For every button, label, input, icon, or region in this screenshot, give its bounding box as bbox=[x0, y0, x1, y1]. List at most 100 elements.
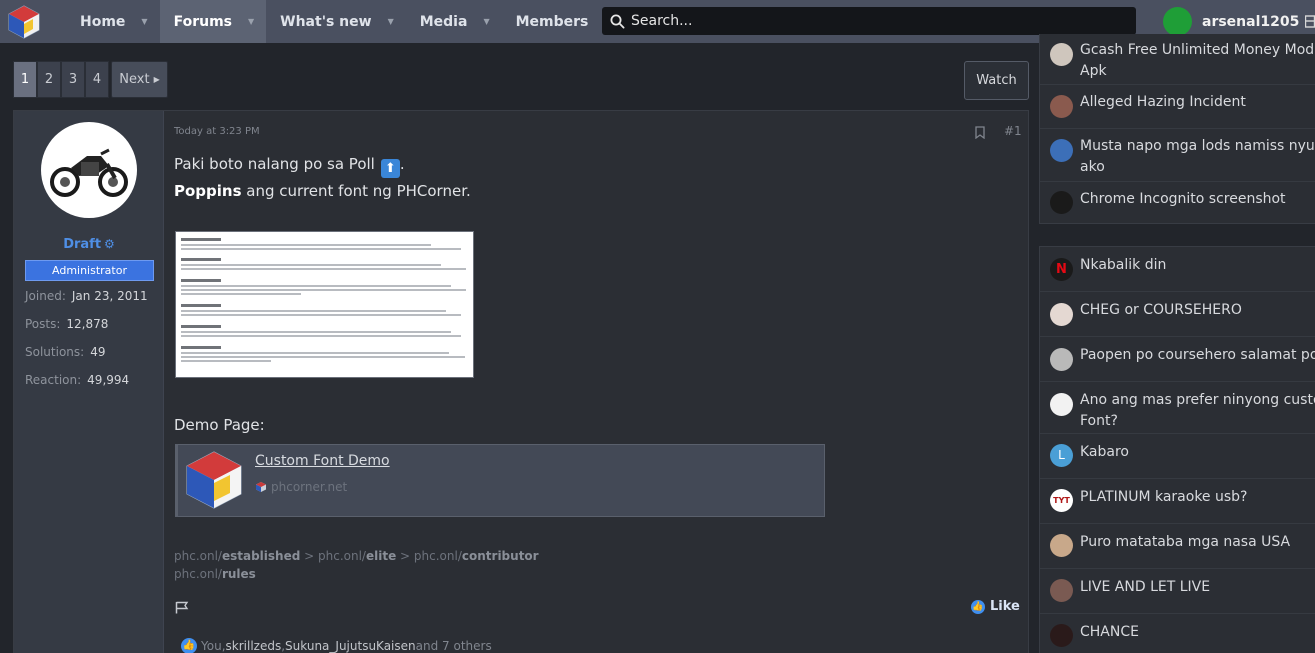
sig-text: > phc.onl/ bbox=[396, 549, 462, 563]
post-author-column: Draft ⚙ Administrator Joined: Jan 23, 2011… bbox=[14, 111, 164, 653]
sidebar-thread-item[interactable]: Musta napo mga lods namiss nyu ba ako bbox=[1040, 129, 1315, 182]
next-page-label: Next bbox=[119, 72, 150, 87]
nav-tab-label: What's new bbox=[280, 13, 372, 30]
sidebar-thread-item[interactable]: CHEG or COURSEHERO bbox=[1040, 292, 1315, 337]
sidebar-thread-title[interactable]: LIVE AND LET LIVE bbox=[1080, 577, 1210, 598]
author-name[interactable]: Draft bbox=[63, 237, 101, 252]
sidebar-thread-title[interactable]: Musta napo mga lods namiss nyu ba ako bbox=[1080, 136, 1315, 178]
avatar: TYT bbox=[1050, 489, 1073, 512]
sidebar-thread-item[interactable]: TYT PLATINUM karaoke usb? bbox=[1040, 479, 1315, 524]
sidebar-thread-title[interactable]: CHANCE bbox=[1080, 622, 1139, 643]
sidebar-thread-item[interactable]: Alleged Hazing Incident bbox=[1040, 85, 1315, 129]
link-preview-card[interactable]: Custom Font Demo phcorner.net bbox=[175, 444, 825, 517]
phcorner-logo-icon bbox=[186, 451, 242, 509]
sidebar-thread-title[interactable]: Kabaro bbox=[1080, 442, 1129, 463]
link-preview-title[interactable]: Custom Font Demo bbox=[255, 453, 390, 469]
nav-tab-whats-new[interactable]: What's new ▼ bbox=[266, 0, 406, 43]
sig-bold: contributor bbox=[461, 549, 539, 563]
font-sample-image[interactable] bbox=[175, 231, 474, 378]
sidebar-thread-title[interactable]: Puro matataba mga nasa USA bbox=[1080, 532, 1290, 553]
phcorner-logo-icon bbox=[8, 4, 40, 39]
sidebar-thread-item[interactable]: Puro matataba mga nasa USA bbox=[1040, 524, 1315, 569]
stat-value: Jan 23, 2011 bbox=[71, 289, 148, 303]
chevron-down-icon[interactable]: ▼ bbox=[248, 17, 254, 26]
post-text: ang current font ng PHCorner. bbox=[241, 182, 471, 200]
stat-posts: Posts: 12,878 bbox=[25, 317, 108, 331]
chevron-right-icon: ▶ bbox=[153, 75, 160, 84]
post-text-line-1: Paki boto nalang po sa Poll ⬆. bbox=[174, 155, 405, 178]
author-avatar[interactable] bbox=[41, 122, 137, 218]
search-box[interactable] bbox=[602, 7, 1136, 35]
nav-tab-label: Forums bbox=[173, 13, 232, 30]
watch-button[interactable]: Watch bbox=[964, 61, 1029, 100]
nav-tab-home[interactable]: Home ▼ bbox=[48, 0, 160, 43]
inbox-icon[interactable] bbox=[1304, 14, 1315, 33]
avatar bbox=[1050, 579, 1073, 602]
sidebar-thread-item[interactable]: Chrome Incognito screenshot bbox=[1040, 182, 1315, 224]
nav-tab-label: Home bbox=[80, 13, 126, 30]
page-link-4[interactable]: 4 bbox=[85, 61, 109, 98]
avatar bbox=[1050, 139, 1073, 162]
avatar: L bbox=[1050, 444, 1073, 467]
stat-value: 49,994 bbox=[87, 373, 130, 387]
report-flag-icon[interactable] bbox=[175, 599, 189, 618]
sidebar-thread-title[interactable]: Alleged Hazing Incident bbox=[1080, 92, 1246, 113]
sidebar-thread-item[interactable]: Ano ang mas prefer ninyong custom Font? bbox=[1040, 382, 1315, 434]
sidebar-thread-item[interactable]: CHANCE bbox=[1040, 614, 1315, 653]
reaction-others[interactable]: and 7 others bbox=[416, 639, 492, 653]
bookmark-icon[interactable] bbox=[975, 124, 985, 143]
signature-line-2[interactable]: phc.onl/rules bbox=[174, 567, 256, 581]
stat-reaction: Reaction: 49,994 bbox=[25, 373, 129, 387]
post-timestamp[interactable]: Today at 3:23 PM bbox=[174, 126, 260, 137]
sidebar-thread-title[interactable]: Gcash Free Unlimited Money Mod Apk bbox=[1080, 40, 1314, 82]
sidebar-thread-item[interactable]: Paopen po coursehero salamat po bbox=[1040, 337, 1315, 382]
site-logo[interactable] bbox=[0, 0, 48, 43]
avatar bbox=[1050, 624, 1073, 647]
sidebar-thread-item[interactable]: Gcash Free Unlimited Money Mod Apk bbox=[1040, 34, 1315, 85]
sig-text: phc.onl/ bbox=[174, 567, 222, 581]
stat-value: 49 bbox=[90, 345, 106, 359]
sidebar-thread-title[interactable]: Paopen po coursehero salamat po bbox=[1080, 345, 1315, 366]
post-number[interactable]: #1 bbox=[1004, 124, 1022, 138]
sidebar-thread-item[interactable]: N Nkabalik din bbox=[1040, 247, 1315, 292]
next-page-button[interactable]: Next ▶ bbox=[111, 61, 168, 98]
bold-font-name: Poppins bbox=[174, 182, 242, 200]
sidebar-thread-title[interactable]: CHEG or COURSEHERO bbox=[1080, 300, 1242, 321]
page-link-3[interactable]: 3 bbox=[61, 61, 85, 98]
avatar bbox=[1050, 303, 1073, 326]
reactions-bar[interactable]: 👍 You, skrillzeds, Sukuna_JujutsuKaisen … bbox=[181, 638, 492, 653]
stat-value: 12,878 bbox=[66, 317, 109, 331]
stat-joined: Joined: Jan 23, 2011 bbox=[25, 289, 148, 303]
signature-line-1[interactable]: phc.onl/established > phc.onl/elite > ph… bbox=[174, 549, 539, 563]
chevron-down-icon[interactable]: ▼ bbox=[141, 17, 147, 26]
link-preview-domain-text: phcorner.net bbox=[271, 480, 348, 494]
reaction-you: You bbox=[201, 639, 222, 653]
sidebar-thread-title[interactable]: Chrome Incognito screenshot bbox=[1080, 189, 1286, 210]
search-input[interactable] bbox=[631, 13, 1111, 29]
nav-tab-media[interactable]: Media ▼ bbox=[406, 0, 502, 43]
nav-tab-forums[interactable]: Forums ▼ bbox=[159, 0, 267, 43]
username[interactable]: arsenal1205 bbox=[1202, 14, 1299, 30]
pagination: 1 2 3 4 Next ▶ bbox=[13, 61, 168, 98]
user-menu[interactable]: arsenal1205 bbox=[1163, 7, 1299, 36]
sidebar-thread-item[interactable]: L Kabaro bbox=[1040, 434, 1315, 479]
avatar[interactable] bbox=[1163, 7, 1192, 36]
sidebar-thread-title[interactable]: Ano ang mas prefer ninyong custom Font? bbox=[1080, 390, 1315, 432]
chevron-down-icon[interactable]: ▼ bbox=[388, 17, 394, 26]
search-icon bbox=[610, 14, 625, 29]
thumbs-up-icon: 👍 bbox=[181, 638, 197, 653]
reaction-user[interactable]: skrillzeds bbox=[226, 639, 282, 653]
chevron-down-icon[interactable]: ▼ bbox=[483, 17, 489, 26]
avatar bbox=[1050, 534, 1073, 557]
page-link-2[interactable]: 2 bbox=[37, 61, 61, 98]
sidebar-thread-title[interactable]: Nkabalik din bbox=[1080, 255, 1166, 276]
sidebar-thread-title[interactable]: PLATINUM karaoke usb? bbox=[1080, 487, 1247, 508]
like-button[interactable]: 👍 Like bbox=[971, 599, 1020, 614]
avatar bbox=[1050, 348, 1073, 371]
sidebar-thread-item[interactable]: LIVE AND LET LIVE bbox=[1040, 569, 1315, 614]
sig-bold: rules bbox=[221, 567, 256, 581]
link-preview-image bbox=[183, 449, 245, 511]
page-link-1[interactable]: 1 bbox=[13, 61, 37, 98]
reaction-user[interactable]: Sukuna_JujutsuKaisen bbox=[285, 639, 416, 653]
demo-page-label: Demo Page: bbox=[174, 416, 265, 434]
